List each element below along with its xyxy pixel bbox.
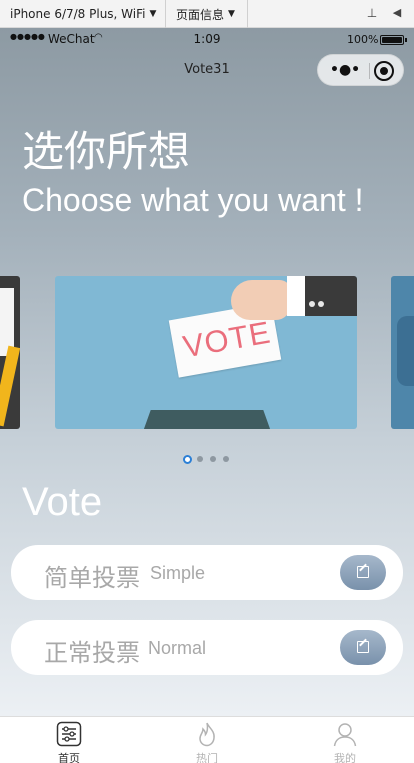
slide-illustration	[0, 345, 20, 427]
tab-home[interactable]: 首页	[0, 717, 138, 763]
carousel-dot[interactable]	[197, 456, 203, 462]
ballot-box-illustration	[140, 410, 274, 429]
battery-fill	[382, 37, 402, 43]
carousel-slide-next[interactable]	[391, 276, 414, 429]
device-selector[interactable]: iPhone 6/7/8 Plus, WiFi ▼	[0, 0, 166, 28]
battery-icon	[380, 35, 407, 45]
carousel-dot[interactable]	[210, 456, 216, 462]
close-target-icon[interactable]	[374, 61, 394, 81]
app-screen: ●●●●● WeChat ◠ 1:09 100% Vote31 •●• 选你所想…	[0, 28, 414, 716]
tab-mine[interactable]: 我的	[276, 717, 414, 763]
simple-vote-card[interactable]: 简单投票 Simple	[11, 545, 403, 600]
simulator-toolbar: iPhone 6/7/8 Plus, WiFi ▼ 页面信息 ▼ ⊥ ◀	[0, 0, 414, 28]
battery-percent: 100%	[347, 33, 379, 46]
card-label-cn: 简单投票	[44, 564, 140, 592]
hand-illustration	[231, 280, 291, 320]
cufflink-illustration	[309, 301, 315, 307]
carousel-slide-previous[interactable]	[0, 276, 20, 429]
tab-label: 热门	[196, 752, 218, 763]
page-info-label: 页面信息	[176, 7, 225, 22]
flame-icon	[199, 722, 215, 747]
user-icon	[333, 723, 357, 747]
status-bar: ●●●●● WeChat ◠ 1:09 100%	[0, 28, 414, 50]
chevron-down-icon: ▼	[228, 9, 235, 19]
card-label-en: Normal	[148, 638, 207, 658]
cufflink-illustration	[318, 301, 324, 307]
edit-icon	[357, 566, 369, 578]
card-label-en: Simple	[150, 563, 206, 583]
carousel-slide-active[interactable]: VOTE	[55, 276, 357, 429]
tab-label: 我的	[334, 752, 356, 763]
create-normal-vote-button[interactable]	[340, 630, 386, 665]
chevron-down-icon: ▼	[149, 9, 157, 19]
home-sliders-icon	[56, 721, 82, 747]
more-options-icon[interactable]: •●•	[330, 61, 360, 81]
page-info-selector[interactable]: 页面信息 ▼	[166, 0, 248, 28]
normal-vote-card[interactable]: 正常投票 Normal	[11, 620, 403, 675]
capsule-divider	[369, 63, 370, 79]
hero-title-en: Choose what you want !	[22, 182, 364, 218]
edit-icon	[357, 641, 369, 653]
section-title: Vote	[22, 480, 103, 524]
slide-illustration	[397, 316, 414, 386]
tab-label: 首页	[58, 752, 80, 763]
carousel-dot[interactable]	[223, 456, 229, 462]
carousel-dot[interactable]	[183, 455, 192, 464]
tab-bar: 首页 热门 我的	[0, 716, 414, 763]
tab-hot[interactable]: 热门	[138, 717, 276, 763]
hero-title-cn: 选你所想	[22, 127, 191, 176]
speaker-icon[interactable]: ◀	[390, 6, 404, 20]
create-simple-vote-button[interactable]	[340, 555, 386, 590]
card-label-cn: 正常投票	[44, 639, 140, 667]
pin-icon[interactable]: ⊥	[365, 6, 379, 20]
sleeve-illustration	[305, 276, 357, 316]
mini-program-capsule: •●•	[317, 54, 404, 86]
device-selector-label: iPhone 6/7/8 Plus, WiFi	[10, 7, 146, 21]
